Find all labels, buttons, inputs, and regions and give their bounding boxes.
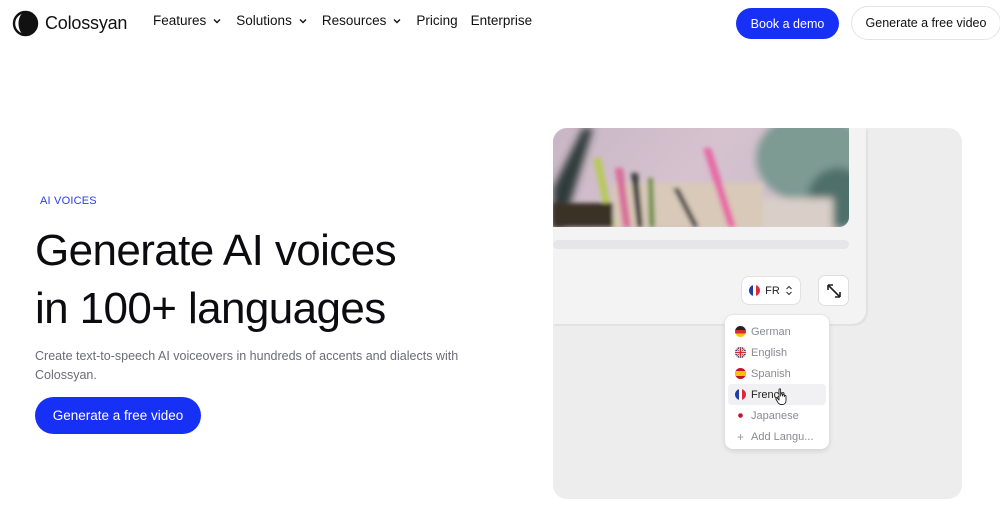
colossyan-logo-icon — [12, 10, 39, 36]
language-option-label: English — [751, 346, 788, 359]
language-option-spanish[interactable]: Spanish — [728, 363, 826, 384]
uk-flag-icon — [735, 347, 746, 358]
language-selector[interactable]: FR — [741, 276, 801, 305]
headline-line-2: in 100+ languages — [35, 284, 386, 333]
nav-solutions-label: Solutions — [236, 13, 292, 28]
top-nav: Colossyan Features Solutions Resources P… — [0, 0, 1000, 46]
chevron-down-icon — [299, 18, 307, 23]
language-option-label: Spanish — [751, 367, 791, 380]
timeline-track[interactable] — [553, 240, 849, 249]
nav-resources[interactable]: Resources — [322, 13, 403, 28]
germany-flag-icon — [735, 326, 746, 337]
section-eyebrow: AI VOICES — [40, 195, 97, 207]
generate-free-video-hero-button[interactable]: Generate a free video — [35, 397, 201, 434]
language-code: FR — [765, 284, 780, 297]
nav-features[interactable]: Features — [153, 13, 222, 28]
language-option-japanese[interactable]: Japanese — [728, 405, 826, 426]
generate-free-video-nav-button[interactable]: Generate a free video — [851, 6, 1000, 40]
video-still-image — [553, 128, 849, 227]
chevron-updown-icon — [785, 285, 792, 296]
language-option-english[interactable]: English — [728, 342, 826, 363]
brand-logo[interactable]: Colossyan — [12, 9, 127, 37]
product-mockup: FR German English Spanish French Japanes… — [553, 128, 962, 499]
plus-icon: + — [736, 429, 744, 444]
france-flag-icon — [735, 389, 746, 400]
expand-arrows-icon — [826, 283, 841, 298]
language-option-label: German — [751, 325, 791, 338]
nav-pricing-label: Pricing — [416, 13, 458, 28]
add-language-label: Add Langu... — [751, 430, 814, 443]
hand-pointer-cursor-icon — [775, 388, 787, 405]
headline-line-1: Generate AI voices — [35, 226, 397, 275]
video-thumbnail — [553, 128, 849, 227]
language-dropdown: German English Spanish French Japanese +… — [725, 315, 829, 449]
expand-button[interactable] — [818, 275, 849, 306]
nav-enterprise-label: Enterprise — [470, 13, 533, 28]
hero-subtext: Create text-to-speech AI voiceovers in h… — [35, 349, 459, 382]
nav-features-label: Features — [153, 13, 207, 28]
main-menu: Features Solutions Resources Pricing Ent… — [153, 13, 545, 28]
language-option-label: Japanese — [751, 409, 799, 422]
chevron-down-icon — [213, 18, 221, 23]
add-language-option[interactable]: + Add Langu... — [728, 426, 826, 447]
nav-pricing[interactable]: Pricing — [416, 13, 457, 28]
video-editor-card: FR — [553, 128, 866, 324]
nav-resources-label: Resources — [321, 13, 387, 28]
japan-flag-icon — [735, 410, 746, 421]
language-option-german[interactable]: German — [728, 321, 826, 342]
hero-headline: Generate AI voices in 100+ languages — [35, 222, 515, 338]
nav-solutions[interactable]: Solutions — [236, 13, 308, 28]
nav-enterprise[interactable]: Enterprise — [471, 13, 533, 28]
book-demo-button[interactable]: Book a demo — [736, 8, 839, 39]
france-flag-icon — [749, 285, 761, 296]
chevron-down-icon — [393, 18, 401, 23]
spain-flag-icon — [735, 368, 746, 379]
brand-name: Colossyan — [45, 12, 128, 33]
